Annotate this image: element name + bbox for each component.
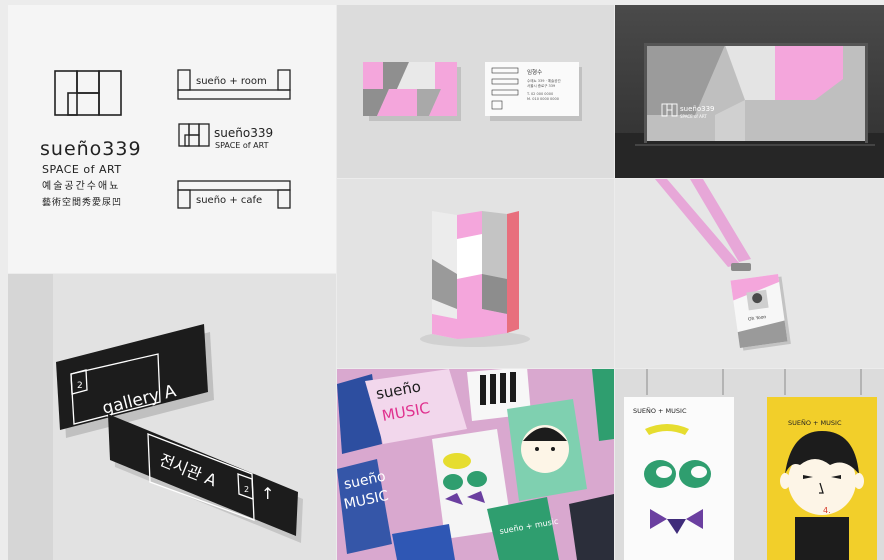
banner-wordmark: sueño339	[680, 105, 714, 113]
arrow-icon: ↑	[261, 484, 274, 503]
main-logo-mark	[54, 70, 122, 116]
sign-lower: 전시관 A 2 ↑	[108, 414, 303, 543]
main-wordmark: sueño339	[40, 138, 142, 160]
poster-pink-top: sueño MUSIC	[365, 369, 467, 444]
card-front	[363, 62, 457, 116]
banner-graphic: sueño339 SPACE of ART	[615, 43, 884, 178]
card-line-3: T. 02 000 0000	[526, 92, 553, 96]
brochure-panel	[337, 179, 614, 368]
card-back: 임형수 수애뇨 339 · 예술공간 서울시 종로구 339 T. 02 000…	[485, 62, 579, 116]
sign-number: 2	[77, 381, 83, 391]
hanging-posters-graphic: SUEÑO + MUSIC SUEÑO + MUSIC 4.	[624, 369, 877, 560]
white-poster-title: SUEÑO + MUSIC	[633, 406, 687, 415]
secondary-logo-mark	[178, 123, 210, 147]
room-label: sueño + room	[196, 76, 267, 87]
yellow-poster-number: 4.	[823, 506, 831, 515]
brochure-graphic	[420, 211, 530, 347]
banner-stand	[635, 43, 875, 146]
banner-subtitle: SPACE of ART	[680, 114, 707, 119]
wall-sign-graphic: 2 gallery A 전시관 A 2 ↑	[8, 274, 303, 560]
poster-white: SUEÑO + MUSIC	[624, 397, 734, 560]
cafe-label: sueño + cafe	[196, 195, 262, 206]
lanyard-graphic: Oh Yoon	[655, 179, 791, 351]
poster-spread-panel: sueño MUSIC sueño MUSIC sueño + music	[337, 369, 614, 560]
sign-upper: 2 gallery A	[56, 324, 214, 438]
main-subtitle: SPACE of ART	[42, 163, 122, 176]
hanging-posters-panel: SUEÑO + MUSIC SUEÑO + MUSIC 4.	[615, 369, 884, 560]
business-card-graphic: 임형수 수애뇨 339 · 예술공간 서울시 종로구 339 T. 02 000…	[363, 62, 582, 121]
card-line-2: 서울시 종로구 339	[527, 83, 555, 88]
poster-green-face	[507, 399, 587, 501]
card-line-1: 수애뇨 339 · 예술공간	[527, 78, 561, 83]
banner-panel: sueño339 SPACE of ART	[615, 5, 884, 178]
secondary-subtitle: SPACE of ART	[215, 141, 269, 150]
korean-name: 예술공간수애뇨	[42, 180, 120, 192]
brochure	[432, 211, 519, 339]
poster-blue-bottom	[392, 524, 455, 560]
card-line-4: M. 010 0000 0000	[527, 97, 559, 101]
logo-sheet-graphic: sueño339 SPACE of ART 예술공간수애뇨 藝術空間秀愛尿凹 s…	[40, 69, 291, 209]
sign-number-lower: 2	[244, 485, 249, 494]
secondary-wordmark: sueño339	[214, 126, 273, 140]
lanyard-strap	[655, 179, 751, 267]
wall-sign-panel: 2 gallery A 전시관 A 2 ↑	[8, 274, 336, 560]
poster-spread-graphic: sueño MUSIC sueño MUSIC sueño + music	[337, 369, 614, 560]
card-name: 임형수	[527, 68, 542, 76]
id-card: Oh Yoon	[730, 273, 791, 351]
lanyard-panel: Oh Yoon	[615, 179, 884, 368]
business-card-panel: 임형수 수애뇨 339 · 예술공간 서울시 종로구 339 T. 02 000…	[337, 5, 614, 178]
logo-sheet-panel: sueño339 SPACE of ART 예술공간수애뇨 藝術空間秀愛尿凹 s…	[8, 5, 336, 273]
poster-yellow: SUEÑO + MUSIC 4.	[767, 397, 877, 560]
yellow-poster-title: SUEÑO + MUSIC	[788, 418, 842, 427]
hanja-name: 藝術空間秀愛尿凹	[42, 196, 122, 208]
